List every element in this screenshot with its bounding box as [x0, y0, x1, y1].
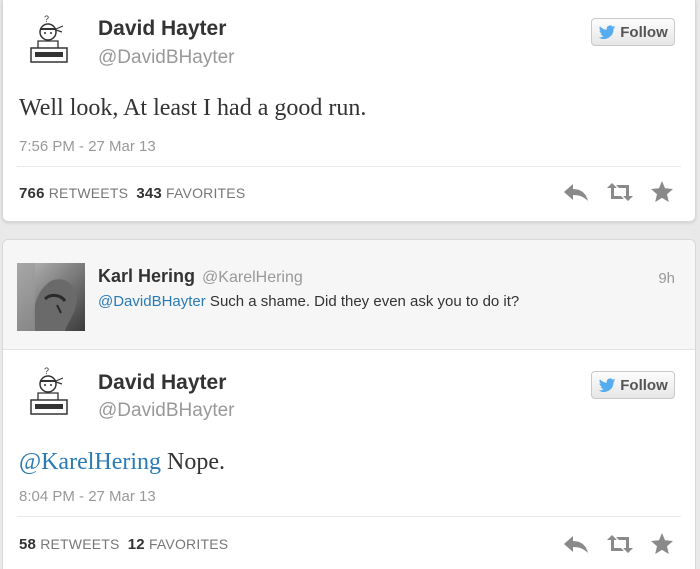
tweet-timestamp[interactable]: 7:56 PM - 27 Mar 13 — [19, 138, 156, 155]
snake-box-avatar-icon: ? — [30, 366, 68, 415]
twitter-bird-icon — [599, 378, 616, 392]
reply-arrow-icon[interactable] — [563, 534, 589, 554]
retweet-icon[interactable] — [607, 534, 633, 554]
svg-text:?: ? — [44, 14, 49, 24]
star-icon[interactable] — [651, 181, 673, 202]
tweet-timestamp[interactable]: 8:04 PM - 27 Mar 13 — [19, 488, 156, 505]
reply-mention-link[interactable]: @DavidBHayter — [98, 293, 206, 310]
svg-text:?: ? — [44, 366, 49, 376]
tweet-mention-link[interactable]: @KarelHering — [19, 449, 161, 475]
follow-label: Follow — [620, 376, 668, 394]
retweets-count[interactable]: 766 — [19, 185, 45, 202]
conversation-card: Karl Hering @KarelHering 9h @DavidBHayte… — [2, 239, 696, 569]
author-name[interactable]: David Hayter — [98, 371, 226, 395]
author-handle[interactable]: @DavidBHayter — [98, 400, 235, 422]
grayscale-face-avatar-icon — [17, 263, 85, 331]
tweet-text: @KarelHering Nope. — [19, 449, 225, 476]
tweet-actions — [563, 181, 673, 202]
tweet-actions — [563, 533, 673, 554]
reply-author-handle[interactable]: @KarelHering — [202, 269, 303, 286]
tweet-stats: 58 RETWEETS 12 FAVORITES — [19, 536, 228, 553]
reply-text: @DavidBHayter Such a shame. Did they eve… — [98, 293, 519, 310]
avatar[interactable]: ? — [23, 365, 75, 417]
tweet-1: ? David Hayter @DavidBHayter Follow Well… — [3, 0, 695, 222]
divider — [17, 516, 681, 517]
favorites-label[interactable]: FAVORITES — [149, 536, 228, 552]
favorites-label[interactable]: FAVORITES — [166, 185, 245, 201]
avatar[interactable]: ? — [23, 13, 75, 65]
retweets-label[interactable]: RETWEETS — [49, 185, 128, 201]
snake-box-avatar-icon: ? — [30, 14, 68, 63]
reply-tweet[interactable]: Karl Hering @KarelHering 9h @DavidBHayte… — [3, 240, 695, 350]
follow-button[interactable]: Follow — [591, 18, 675, 46]
star-icon[interactable] — [651, 533, 673, 554]
retweet-icon[interactable] — [607, 182, 633, 202]
author-name[interactable]: David Hayter — [98, 17, 226, 41]
follow-button[interactable]: Follow — [591, 371, 675, 399]
follow-label: Follow — [620, 23, 668, 41]
retweets-count[interactable]: 58 — [19, 536, 36, 553]
reply-author[interactable]: Karl Hering @KarelHering — [98, 266, 303, 287]
tweet-stats: 766 RETWEETS 343 FAVORITES — [19, 185, 245, 202]
reply-time-ago[interactable]: 9h — [658, 270, 675, 287]
twitter-bird-icon — [599, 25, 616, 39]
tweet-2: ? David Hayter @DavidBHayter Follow @Kar… — [3, 351, 695, 569]
retweets-label[interactable]: RETWEETS — [40, 536, 119, 552]
reply-body: Such a shame. Did they even ask you to d… — [205, 293, 520, 310]
reply-arrow-icon[interactable] — [563, 182, 589, 202]
author-handle[interactable]: @DavidBHayter — [98, 47, 235, 69]
tweet-text: Well look, At least I had a good run. — [19, 95, 367, 121]
tweet-body: Nope. — [161, 449, 226, 475]
reply-author-name[interactable]: Karl Hering — [98, 266, 195, 286]
tweet-card-1: ? David Hayter @DavidBHayter Follow Well… — [2, 0, 696, 222]
avatar[interactable] — [17, 263, 85, 331]
divider — [17, 166, 681, 167]
favorites-count[interactable]: 12 — [128, 536, 145, 553]
favorites-count[interactable]: 343 — [136, 185, 162, 202]
